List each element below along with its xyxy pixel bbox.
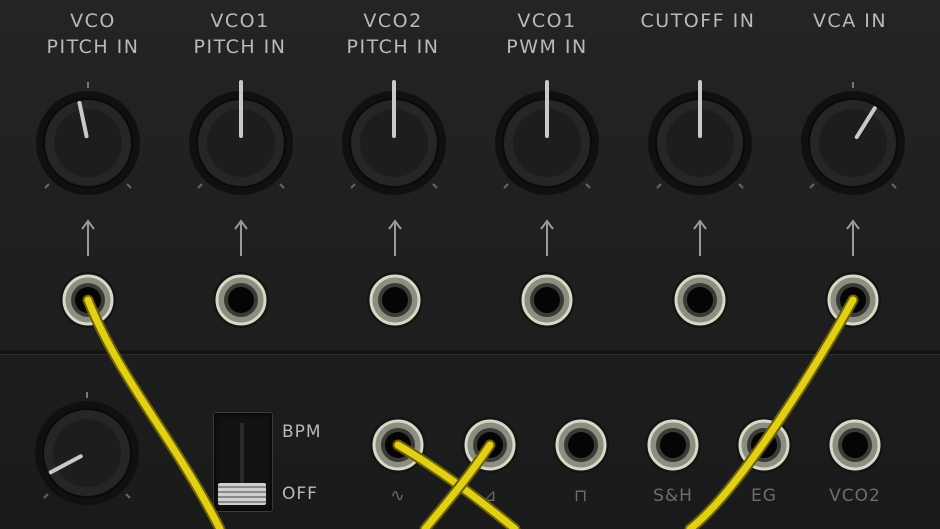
switch-track: [240, 423, 244, 483]
arrow-up-icon: [540, 219, 554, 256]
square-out-jack[interactable]: [551, 415, 611, 475]
vco2-out-jack[interactable]: [825, 415, 885, 475]
arrow-up-icon: [388, 219, 402, 256]
vca-in-jack[interactable]: [823, 270, 883, 330]
vco1-pitch-amount-knob[interactable]: [188, 80, 294, 196]
vco-pitch-in-jack[interactable]: [58, 270, 118, 330]
cutoff-in-jack[interactable]: [670, 270, 730, 330]
label-vco2-pitch-in: VCO2 PITCH IN: [346, 10, 440, 58]
arrow-up-icon: [234, 219, 248, 256]
switch-handle[interactable]: [218, 483, 266, 505]
arrow-up-icon: [693, 219, 707, 256]
sample-hold-label: S&H: [653, 486, 693, 506]
cutoff-amount-knob[interactable]: [647, 80, 753, 196]
label-vco1-pitch-in: VCO1 PITCH IN: [193, 10, 287, 58]
label-vco-pitch-in: VCO PITCH IN: [46, 10, 140, 58]
vco2-pitch-amount-knob[interactable]: [341, 80, 447, 196]
lfo-rate-knob[interactable]: [34, 392, 140, 506]
bpm-sync-switch[interactable]: [213, 412, 273, 512]
eg-out-jack[interactable]: [734, 415, 794, 475]
sine-wave-icon: ∿: [390, 486, 406, 506]
vco2-label: VCO2: [829, 486, 881, 506]
modulation-panel: VCO PITCH IN VCO1 PITCH IN VCO2 PITCH IN VC…: [0, 0, 940, 529]
switch-label-off: OFF: [282, 484, 318, 504]
label-vca-in: VCA IN: [812, 10, 888, 32]
label-cutoff-in: CUTOFF IN: [640, 10, 756, 32]
eg-label: EG: [751, 486, 777, 506]
arrow-up-icon: [846, 219, 860, 256]
panel-divider: [0, 350, 940, 354]
sine-out-jack[interactable]: [368, 415, 428, 475]
vco1-pwm-in-jack[interactable]: [517, 270, 577, 330]
sample-hold-out-jack[interactable]: [643, 415, 703, 475]
triangle-wave-icon: ⊿: [482, 486, 498, 506]
vco-pitch-amount-knob[interactable]: [35, 82, 141, 196]
triangle-out-jack[interactable]: [460, 415, 520, 475]
square-wave-icon: ⊓: [573, 486, 589, 506]
arrow-up-icon: [81, 219, 95, 256]
vco2-pitch-in-jack[interactable]: [365, 270, 425, 330]
switch-label-bpm: BPM: [282, 422, 322, 442]
vco1-pitch-in-jack[interactable]: [211, 270, 271, 330]
vco1-pwm-amount-knob[interactable]: [494, 80, 600, 196]
vca-amount-knob[interactable]: [800, 82, 906, 196]
label-vco1-pwm-in: VCO1 PWM IN: [506, 10, 588, 58]
